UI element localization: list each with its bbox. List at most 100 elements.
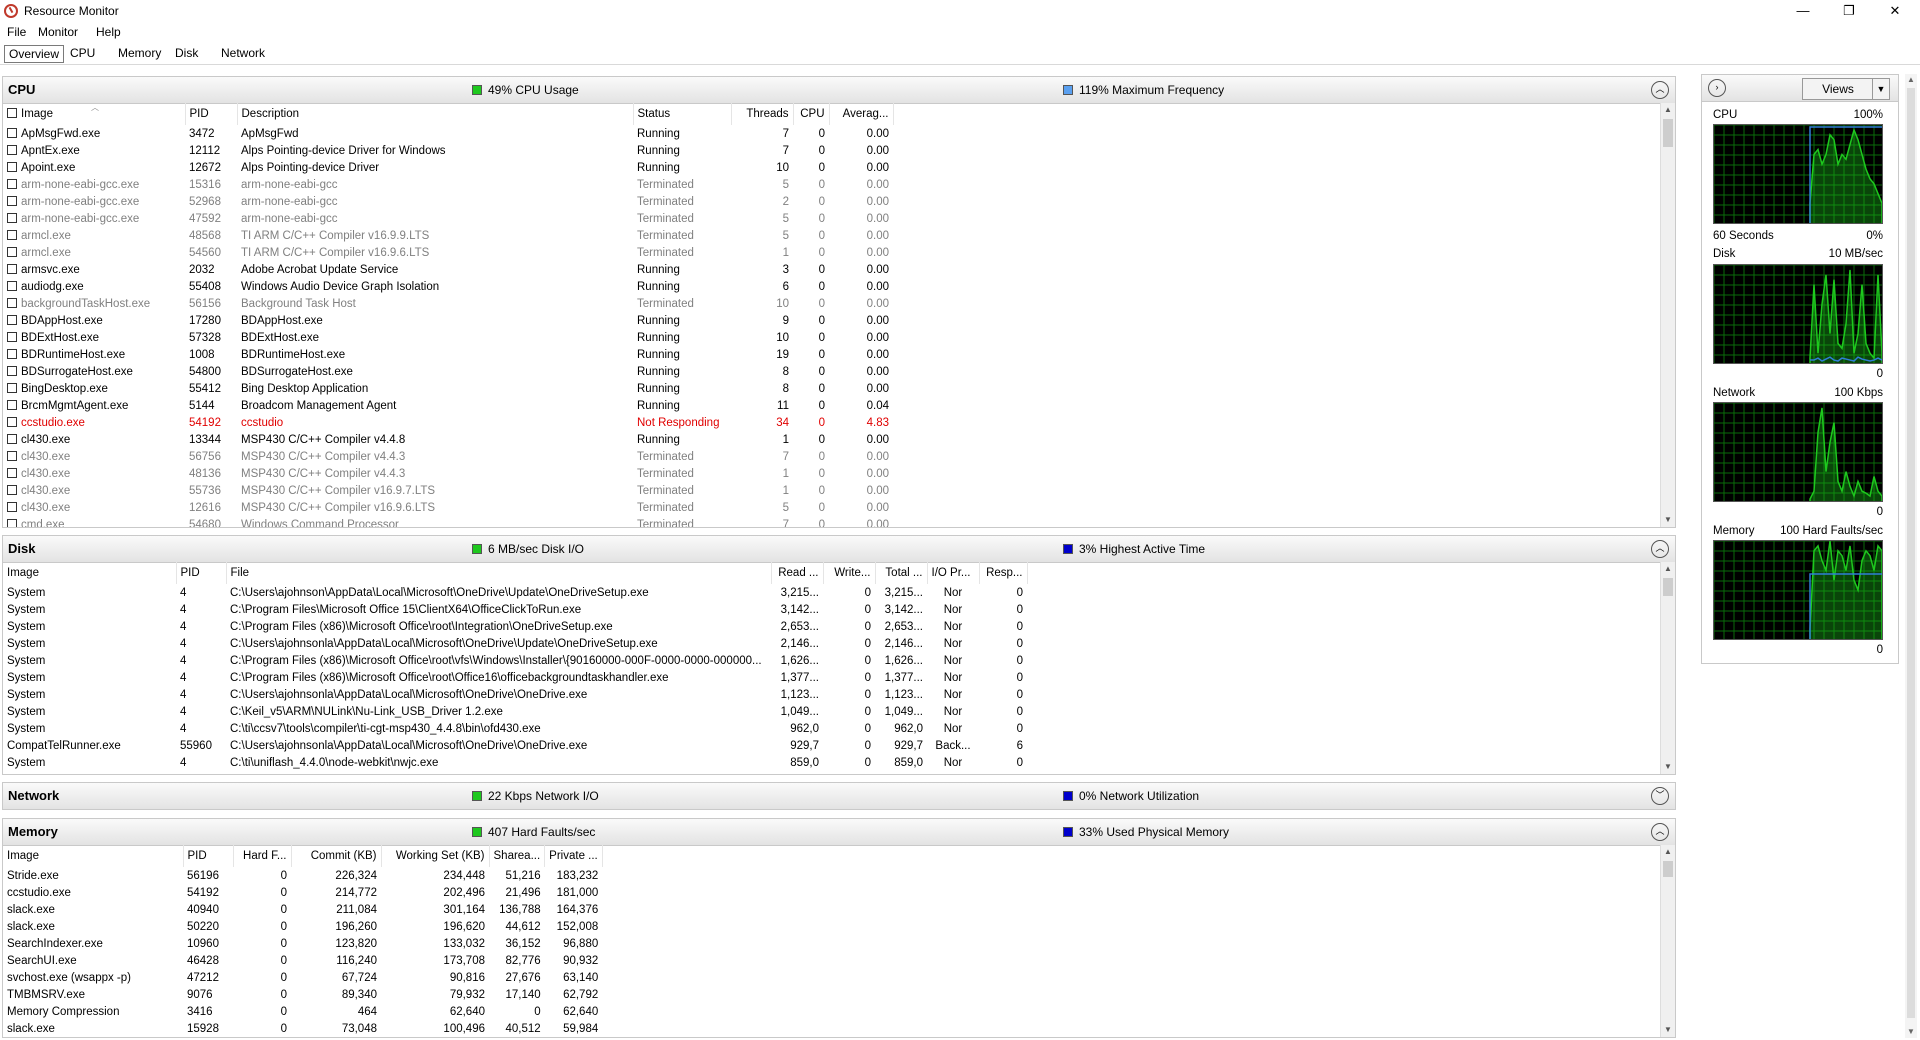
table-row[interactable]: System 4 C:\Program Files (x86)\Microsoft … [3,669,1027,686]
table-row[interactable]: BDSurrogateHost.exe 54800 BDSurrogateHost.… [3,363,893,380]
table-row[interactable]: BrcmMgmtAgent.exe 5144 Broadcom Management… [3,397,893,414]
table-row[interactable]: System 4 C:\Users\ajohnson\AppData\Local\M… [3,584,1027,601]
memory-section-header[interactable]: Memory 407 Hard Faults/sec 33% Used Phys… [3,819,1675,846]
scroll-down-icon[interactable]: ▼ [1661,1023,1675,1037]
row-checkbox[interactable] [7,178,17,189]
table-row[interactable]: SearchUI.exe 46428 0 116,240 173,708 82,776 90… [3,952,602,969]
scroll-down-icon[interactable]: ▼ [1905,1026,1917,1038]
table-row[interactable]: System 4 C:\Program Files (x86)\Microsoft … [3,652,1027,669]
collapse-icon[interactable]: ︿ [1651,823,1669,841]
table-row[interactable]: backgroundTaskHost.exe 56156 Background Ta… [3,295,893,312]
row-checkbox[interactable] [7,195,17,206]
chevron-right-icon[interactable]: › [1708,79,1726,97]
column-header[interactable]: Threads [731,103,794,125]
table-row[interactable]: BDRuntimeHost.exe 1008 BDRuntimeHost.exe Ru… [3,346,893,363]
close-button[interactable]: ✕ [1872,0,1918,22]
table-row[interactable]: BingDesktop.exe 55412 Bing Desktop Applica… [3,380,893,397]
row-checkbox[interactable] [7,484,17,495]
table-row[interactable]: Stride.exe 56196 0 226,324 234,448 51,216 183,… [3,867,602,884]
table-row[interactable]: TMBMSRV.exe 9076 0 89,340 79,932 17,140 62,792 [3,986,602,1003]
row-checkbox[interactable] [7,212,17,223]
table-row[interactable]: System 4 C:\Users\ajohnsonla\AppData\Local… [3,635,1027,652]
expand-icon[interactable]: ﹀ [1651,787,1669,805]
column-header[interactable]: Private ... [544,845,603,867]
scroll-up-icon[interactable]: ▲ [1661,103,1675,117]
table-row[interactable]: ccstudio.exe 54192 0 214,772 202,496 21,496 18… [3,884,602,901]
table-row[interactable]: armcl.exe 54560 TI ARM C/C++ Compiler v16.… [3,244,893,261]
table-row[interactable]: arm-none-eabi-gcc.exe 15316 arm-none-eabi-… [3,176,893,193]
tab-overview[interactable]: Overview [4,45,65,63]
column-header[interactable]: PID [176,562,227,584]
table-row[interactable]: cl430.exe 55736 MSP430 C/C++ Compiler v16.… [3,482,893,499]
table-row[interactable]: arm-none-eabi-gcc.exe 52968 arm-none-eabi-… [3,193,893,210]
scroll-down-icon[interactable]: ▼ [1661,760,1675,774]
menu-file[interactable]: File [7,25,26,39]
table-row[interactable]: BDExtHost.exe 57328 BDExtHost.exe Running 10… [3,329,893,346]
row-checkbox[interactable] [7,297,17,308]
table-row[interactable]: armcl.exe 48568 TI ARM C/C++ Compiler v16.… [3,227,893,244]
views-dropdown-icon[interactable]: ▼ [1872,78,1890,100]
column-header[interactable]: Read ... [771,562,824,584]
table-row[interactable]: cl430.exe 12616 MSP430 C/C++ Compiler v16.… [3,499,893,516]
column-header[interactable]: Commit (KB) [291,845,382,867]
row-checkbox[interactable] [7,280,17,291]
table-row[interactable]: System 4 C:\ti\ccsv7\tools\compiler\ti-cgt… [3,720,1027,737]
table-row[interactable]: CompatTelRunner.exe 55960 C:\Users\ajohnso… [3,737,1027,754]
scroll-thumb[interactable] [1663,578,1673,596]
scroll-thumb[interactable] [1663,861,1673,877]
row-checkbox[interactable] [7,518,17,527]
column-header[interactable]: CPU [793,103,830,125]
row-checkbox[interactable] [7,161,17,172]
tab-disk[interactable]: Disk [171,45,202,61]
column-header[interactable]: Hard F... [233,845,292,867]
row-checkbox[interactable] [7,399,17,410]
row-checkbox[interactable] [7,127,17,138]
row-checkbox[interactable] [7,467,17,478]
column-header[interactable]: Write... [823,562,876,584]
views-button[interactable]: Views [1802,78,1874,100]
column-header[interactable]: I/O Pr... [927,562,980,584]
row-checkbox[interactable] [7,246,17,257]
row-checkbox[interactable] [7,433,17,444]
table-row[interactable]: cl430.exe 48136 MSP430 C/C++ Compiler v4.4… [3,465,893,482]
row-checkbox[interactable] [7,501,17,512]
column-header[interactable]: PID [183,845,234,867]
row-checkbox[interactable] [7,229,17,240]
table-row[interactable]: BDAppHost.exe 17280 BDAppHost.exe Running 9 0… [3,312,893,329]
minimize-button[interactable]: — [1780,0,1826,22]
column-header[interactable]: PID [185,103,238,125]
collapse-icon[interactable]: ︿ [1651,81,1669,99]
column-header[interactable]: File [226,562,772,584]
column-header[interactable]: Sharea... [489,845,546,867]
row-checkbox[interactable] [7,144,17,155]
row-checkbox[interactable] [7,365,17,376]
table-row[interactable]: arm-none-eabi-gcc.exe 47592 arm-none-eabi-… [3,210,893,227]
table-row[interactable]: cl430.exe 56756 MSP430 C/C++ Compiler v4.4… [3,448,893,465]
column-header[interactable]: Status [633,103,732,125]
scroll-thumb[interactable] [1663,119,1673,147]
network-section-header[interactable]: Network 22 Kbps Network I/O 0% Network U… [3,783,1675,809]
maximize-button[interactable]: ❐ [1826,0,1872,22]
column-header[interactable]: Averag... [829,103,894,125]
table-row[interactable]: Memory Compression 3416 0 464 62,640 0 62,640 [3,1003,602,1020]
column-header[interactable]: Resp... [979,562,1028,584]
table-row[interactable]: Apoint.exe 12672 Alps Pointing-device Driv… [3,159,893,176]
cpu-scrollbar[interactable]: ▲ ▼ [1660,103,1675,527]
row-checkbox[interactable] [7,331,17,342]
cpu-section-header[interactable]: CPU 49% CPU Usage 119% Maximum Frequency… [3,77,1675,104]
row-checkbox[interactable] [7,314,17,325]
table-row[interactable]: ApntEx.exe 12112 Alps Pointing-device Driv… [3,142,893,159]
scroll-down-icon[interactable]: ▼ [1661,513,1675,527]
menu-help[interactable]: Help [96,25,121,39]
tab-network[interactable]: Network [217,45,269,61]
column-header[interactable]: Image [3,562,177,584]
scroll-up-icon[interactable]: ▲ [1905,74,1917,86]
table-row[interactable]: cl430.exe 13344 MSP430 C/C++ Compiler v4.4… [3,431,893,448]
disk-section-header[interactable]: Disk 6 MB/sec Disk I/O 3% Highest Active… [3,536,1675,563]
row-checkbox[interactable] [7,263,17,274]
table-row[interactable]: slack.exe 50220 0 196,260 196,620 44,612 152,0… [3,918,602,935]
column-header[interactable]: Description [237,103,634,125]
column-header[interactable]: Working Set (KB) [381,845,490,867]
panel-scrollbar[interactable]: ▲ ▼ [1905,74,1917,1038]
table-row[interactable]: SearchIndexer.exe 10960 0 123,820 133,032 36,… [3,935,602,952]
